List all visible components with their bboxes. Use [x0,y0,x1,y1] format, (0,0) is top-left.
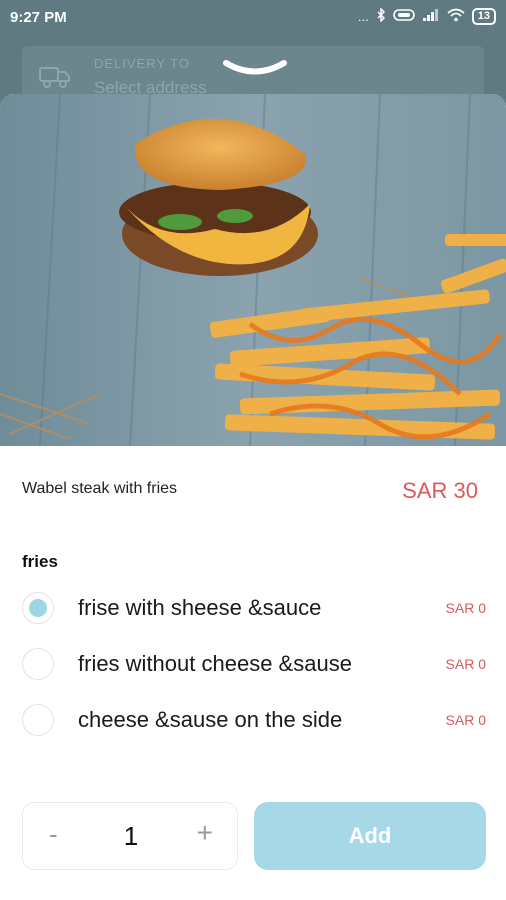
collapse-handle[interactable] [220,58,290,78]
option-price: SAR 0 [445,656,486,672]
status-bar: 9:27 PM ... 13 [0,0,506,36]
quantity-stepper: 1 - + [22,802,238,870]
status-icons: ... 13 [357,7,496,25]
option-price: SAR 0 [445,600,486,616]
radio-unselected[interactable] [22,648,54,680]
bluetooth-icon [376,7,386,25]
option-row[interactable]: cheese &sause on the side SAR 0 [0,698,506,746]
option-price: SAR 0 [445,712,486,728]
chevron-down-icon [223,60,287,75]
food-image [0,94,506,446]
signal-icon [422,8,440,25]
battery-icon: 13 [471,8,496,25]
option-label: fries without cheese &sause [78,651,352,676]
option-label: cheese &sause on the side [78,707,343,732]
option-label: frise with sheese &sauce [78,595,322,620]
status-time: 9:27 PM [10,9,67,26]
radio-unselected[interactable] [22,704,54,736]
option-row[interactable]: fries without cheese &sause SAR 0 [0,642,506,690]
item-price: SAR 30 [402,478,478,503]
options-group-title: fries [22,552,58,571]
more-dots-icon: ... [357,9,369,24]
radio-selected[interactable] [22,592,54,624]
truck-icon [38,64,72,90]
add-to-cart-button[interactable]: Add [254,802,486,870]
decrement-button[interactable]: - [49,819,58,850]
wifi-icon [447,8,465,25]
vpn-icon [392,8,415,25]
item-name: Wabel steak with fries [22,480,178,497]
item-sheet: Wabel steak with fries SAR 30 fries fris… [0,94,506,900]
option-row[interactable]: frise with sheese &sauce SAR 0 [0,586,506,634]
increment-button[interactable]: + [197,817,213,849]
delivery-label: DELIVERY TO [94,56,191,71]
